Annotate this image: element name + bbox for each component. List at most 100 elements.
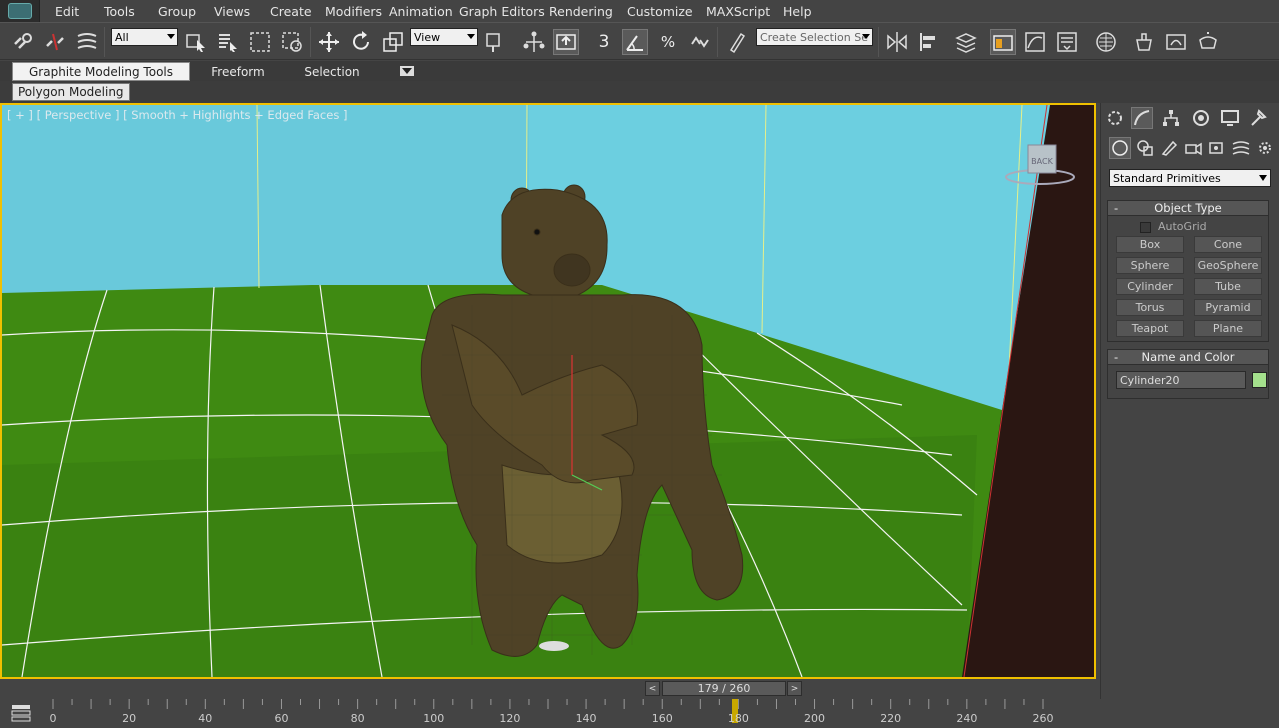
plane-button[interactable]: Plane [1194, 320, 1262, 337]
time-slider: < 179 / 260 > [0, 679, 1100, 699]
perspective-viewport[interactable]: BACK [ + ] [ Perspective ] [ Smooth + Hi… [0, 103, 1096, 679]
bind-space-warp-icon[interactable] [74, 29, 100, 55]
window-crossing-icon[interactable] [279, 29, 305, 55]
render-icon[interactable] [1195, 29, 1221, 55]
mirror-icon[interactable] [884, 29, 910, 55]
reference-coordinate-select[interactable]: View [410, 28, 478, 46]
polygon-modeling-panel[interactable]: Polygon Modeling [12, 83, 130, 101]
modify-tab-icon[interactable] [1131, 107, 1153, 129]
graphite-toggle-icon[interactable] [990, 29, 1016, 55]
hierarchy-tab-icon[interactable] [1160, 107, 1182, 129]
max-logo-icon [7, 3, 32, 19]
menu-views[interactable]: Views [214, 4, 270, 19]
autogrid-label: AutoGrid [1158, 220, 1207, 233]
create-tab-icon[interactable] [1104, 107, 1126, 129]
menu-edit[interactable]: Edit [55, 4, 104, 19]
name-and-color-title: Name and Color [1141, 350, 1235, 364]
edit-named-selection-icon[interactable] [724, 29, 750, 55]
autogrid-checkbox[interactable] [1140, 222, 1151, 233]
tube-button[interactable]: Tube [1194, 278, 1262, 295]
select-and-move-icon[interactable] [316, 29, 342, 55]
pyramid-button[interactable]: Pyramid [1194, 299, 1262, 316]
angle-snap-icon[interactable] [622, 29, 648, 55]
object-name-field[interactable]: Cylinder20 [1116, 371, 1246, 389]
tab-freeform[interactable]: Freeform [195, 62, 281, 81]
frame-counter-slider[interactable]: 179 / 260 [662, 681, 786, 696]
object-type-rollout: AutoGrid Box Cone Sphere GeoSphere Cylin… [1107, 216, 1269, 342]
ruler-tick-label: 80 [350, 712, 365, 725]
percent-snap-icon[interactable]: % [655, 29, 681, 55]
unlink-icon[interactable] [42, 29, 68, 55]
select-object-icon[interactable] [183, 29, 209, 55]
chevron-down-icon [402, 68, 412, 74]
previous-frame-button[interactable]: < [645, 681, 660, 696]
select-by-name-icon[interactable] [215, 29, 241, 55]
render-setup-icon[interactable] [1131, 29, 1157, 55]
rectangle-selection-icon[interactable] [247, 29, 273, 55]
material-editor-icon[interactable] [1093, 29, 1119, 55]
ribbon-options-dropdown[interactable] [400, 66, 414, 76]
rendered-frame-icon[interactable] [1163, 29, 1189, 55]
cameras-icon[interactable] [1182, 137, 1204, 159]
menu-customize[interactable]: Customize [627, 4, 706, 19]
align-icon[interactable] [916, 29, 942, 55]
command-panel: Standard Primitives - Object Type AutoGr… [1100, 103, 1279, 728]
curve-editor-icon[interactable] [1022, 29, 1048, 55]
tab-selection[interactable]: Selection [290, 62, 374, 81]
layer-manager-icon[interactable] [953, 29, 979, 55]
menu-animation[interactable]: Animation [389, 4, 459, 19]
systems-icon[interactable] [1254, 137, 1276, 159]
select-and-scale-icon[interactable] [380, 29, 406, 55]
motion-tab-icon[interactable] [1190, 107, 1212, 129]
menu-rendering[interactable]: Rendering [549, 4, 627, 19]
menu-maxscript[interactable]: MAXScript [706, 4, 783, 19]
object-type-rollout-header[interactable]: - Object Type [1107, 200, 1269, 216]
shapes-icon[interactable] [1134, 137, 1156, 159]
menu-help[interactable]: Help [783, 4, 823, 19]
menu-tools[interactable]: Tools [104, 4, 158, 19]
menu-modifiers[interactable]: Modifiers [325, 4, 389, 19]
select-and-link-icon[interactable] [10, 29, 36, 55]
select-and-rotate-icon[interactable] [348, 29, 374, 55]
frame-ruler[interactable]: 0 20 40 60 80 100 120 140 160 180 200 220 240 260 [49, 699, 1054, 728]
ruler-tick-label: 260 [1032, 712, 1054, 725]
name-and-color-rollout-header[interactable]: - Name and Color [1107, 349, 1269, 365]
sphere-button[interactable]: Sphere [1116, 257, 1184, 274]
geosphere-button[interactable]: GeoSphere [1194, 257, 1262, 274]
lights-icon[interactable] [1158, 137, 1180, 159]
next-frame-button[interactable]: > [787, 681, 802, 696]
spinner-snap-icon[interactable] [687, 29, 713, 55]
ruler-tick-label: 0 [49, 712, 57, 725]
display-tab-icon[interactable] [1219, 107, 1241, 129]
application-button[interactable] [0, 0, 40, 22]
selection-filter-select[interactable]: All [111, 28, 178, 46]
menu-graph-editors[interactable]: Graph Editors [459, 4, 549, 19]
ruler-tick-label: 200 [804, 712, 826, 725]
helpers-icon[interactable] [1206, 137, 1228, 159]
use-pivot-icon[interactable] [482, 29, 508, 55]
schematic-view-icon[interactable] [1054, 29, 1080, 55]
select-and-manipulate-icon[interactable] [521, 29, 547, 55]
geometry-category-select[interactable]: Standard Primitives [1109, 169, 1271, 187]
rollout-collapse-icon: - [1114, 201, 1119, 215]
open-mini-curve-editor-icon[interactable] [10, 703, 32, 723]
menu-create[interactable]: Create [270, 4, 325, 19]
keyboard-shortcut-icon[interactable] [553, 29, 579, 55]
box-button[interactable]: Box [1116, 236, 1184, 253]
torus-button[interactable]: Torus [1116, 299, 1184, 316]
object-color-swatch[interactable] [1252, 372, 1267, 388]
selection-set-select[interactable]: Create Selection Se [756, 28, 873, 46]
viewport-label[interactable]: [ + ] [ Perspective ] [ Smooth + Highlig… [7, 108, 347, 122]
create-category-tabs [1101, 137, 1279, 165]
space-warps-icon[interactable] [1230, 137, 1252, 159]
ruler-tick-label: 60 [274, 712, 289, 725]
snap-toggle-icon[interactable]: 3 [591, 29, 617, 55]
utilities-tab-icon[interactable] [1247, 107, 1269, 129]
teapot-button[interactable]: Teapot [1116, 320, 1184, 337]
tab-graphite-modeling-tools[interactable]: Graphite Modeling Tools [12, 62, 190, 81]
cone-button[interactable]: Cone [1194, 236, 1262, 253]
cylinder-button[interactable]: Cylinder [1116, 278, 1184, 295]
geometry-icon[interactable] [1109, 137, 1131, 159]
main-toolbar: All View 3 % Create Selection Se [0, 22, 1279, 60]
menu-group[interactable]: Group [158, 4, 214, 19]
